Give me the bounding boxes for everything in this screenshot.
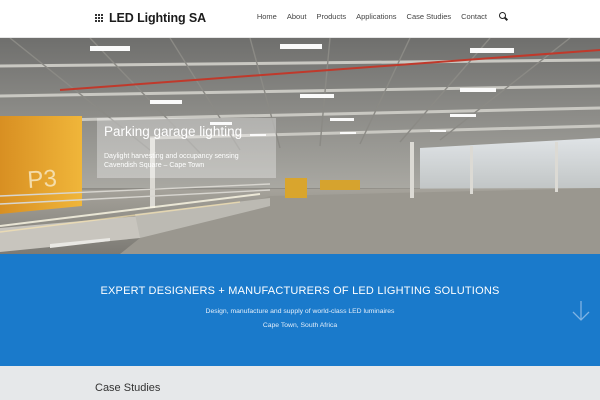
case-studies-heading: Case Studies [95, 382, 161, 394]
nav-about[interactable]: About [287, 12, 307, 21]
nav-home[interactable]: Home [257, 12, 277, 21]
nav-contact[interactable]: Contact [461, 12, 487, 21]
svg-text:P3: P3 [27, 165, 58, 194]
main-nav: Home About Products Applications Case St… [257, 12, 508, 21]
hero-subtitle: Daylight harvesting and occupancy sensin… [104, 152, 274, 170]
banner-title: EXPERT DESIGNERS + MANUFACTURERS OF LED … [100, 285, 500, 297]
case-studies-section: Case Studies [0, 366, 600, 400]
site-logo[interactable]: LED Lighting SA [95, 11, 206, 25]
nav-case-studies[interactable]: Case Studies [407, 12, 452, 21]
search-icon[interactable] [499, 12, 508, 21]
hero-title: Parking garage lighting [104, 124, 243, 139]
hero-image: P3 [0, 38, 600, 254]
intro-banner: EXPERT DESIGNERS + MANUFACTURERS OF LED … [0, 254, 600, 366]
nav-applications[interactable]: Applications [356, 12, 396, 21]
banner-tagline: Design, manufacture and supply of world-… [205, 308, 395, 315]
logo-text: LED Lighting SA [109, 11, 207, 25]
nav-products[interactable]: Products [316, 12, 346, 21]
site-header: LED Lighting SA Home About Products Appl… [0, 0, 600, 38]
hero-subtitle-line-1: Daylight harvesting and occupancy sensin… [104, 153, 239, 160]
arrow-down-icon[interactable] [571, 300, 591, 322]
hero-subtitle-line-2: Cavendish Square – Cape Town [104, 162, 205, 169]
hero-slider[interactable]: P3 Parking garage lighting Daylight harv… [0, 38, 600, 254]
banner-location: Cape Town, South Africa [262, 322, 338, 329]
logo-grid-icon [95, 13, 104, 23]
